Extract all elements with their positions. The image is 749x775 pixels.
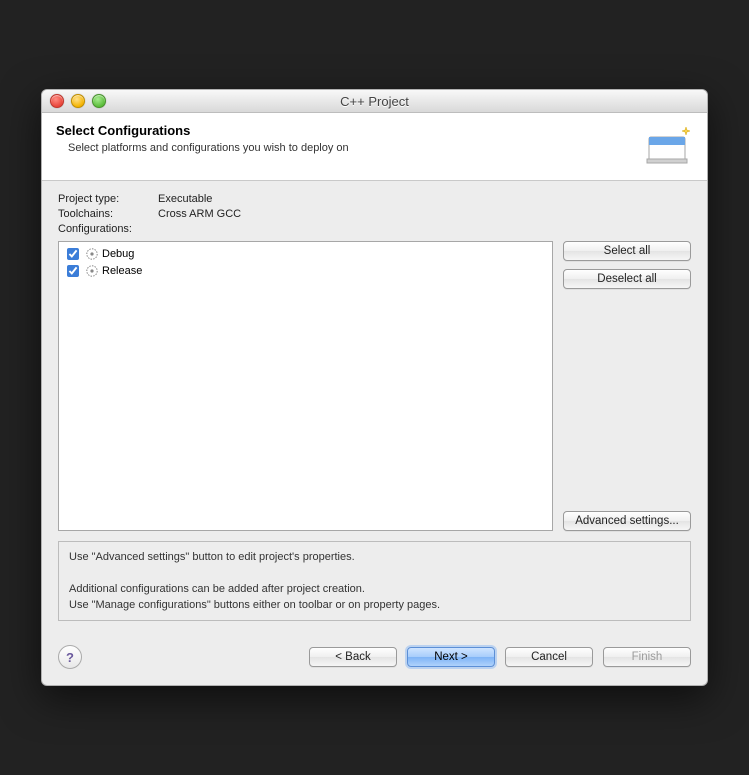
wizard-body: Project type: Executable Toolchains: Cro… (42, 181, 707, 631)
wizard-footer: ? < Back Next > Cancel Finish (42, 631, 707, 685)
window-title: C++ Project (42, 94, 707, 109)
toolchains-label: Toolchains: (58, 208, 158, 220)
hint-line: Additional configurations can be added a… (69, 582, 680, 598)
config-checkbox-release[interactable] (67, 265, 79, 277)
finish-button[interactable]: Finish (603, 647, 691, 667)
page-subtitle: Select platforms and configurations you … (68, 142, 639, 154)
wizard-banner-icon (639, 123, 693, 170)
help-icon: ? (66, 650, 74, 665)
hint-line: Use "Manage configurations" buttons eith… (69, 598, 680, 614)
config-icon (85, 247, 99, 261)
dialog-window: C++ Project Select Configurations Select… (41, 89, 708, 686)
minimize-icon[interactable] (71, 94, 85, 108)
config-checkbox-debug[interactable] (67, 248, 79, 260)
list-item[interactable]: Release (63, 262, 548, 279)
config-icon (85, 264, 99, 278)
select-all-button[interactable]: Select all (563, 241, 691, 261)
close-icon[interactable] (50, 94, 64, 108)
hint-line: Use "Advanced settings" button to edit p… (69, 550, 680, 566)
wizard-header: Select Configurations Select platforms a… (42, 113, 707, 181)
config-label: Debug (102, 248, 134, 260)
toolchains-value: Cross ARM GCC (158, 208, 241, 220)
help-button[interactable]: ? (58, 645, 82, 669)
configurations-list[interactable]: Debug Release (58, 241, 553, 531)
config-label: Release (102, 265, 142, 277)
project-type-value: Executable (158, 193, 212, 205)
configurations-label: Configurations: (58, 223, 158, 235)
window-controls (50, 94, 106, 108)
list-item[interactable]: Debug (63, 245, 548, 262)
next-button[interactable]: Next > (407, 647, 495, 667)
advanced-settings-button[interactable]: Advanced settings... (563, 511, 691, 531)
cancel-button[interactable]: Cancel (505, 647, 593, 667)
page-title: Select Configurations (56, 123, 639, 138)
zoom-icon[interactable] (92, 94, 106, 108)
titlebar[interactable]: C++ Project (42, 90, 707, 113)
hint-box: Use "Advanced settings" button to edit p… (58, 541, 691, 621)
project-type-label: Project type: (58, 193, 158, 205)
back-button[interactable]: < Back (309, 647, 397, 667)
deselect-all-button[interactable]: Deselect all (563, 269, 691, 289)
